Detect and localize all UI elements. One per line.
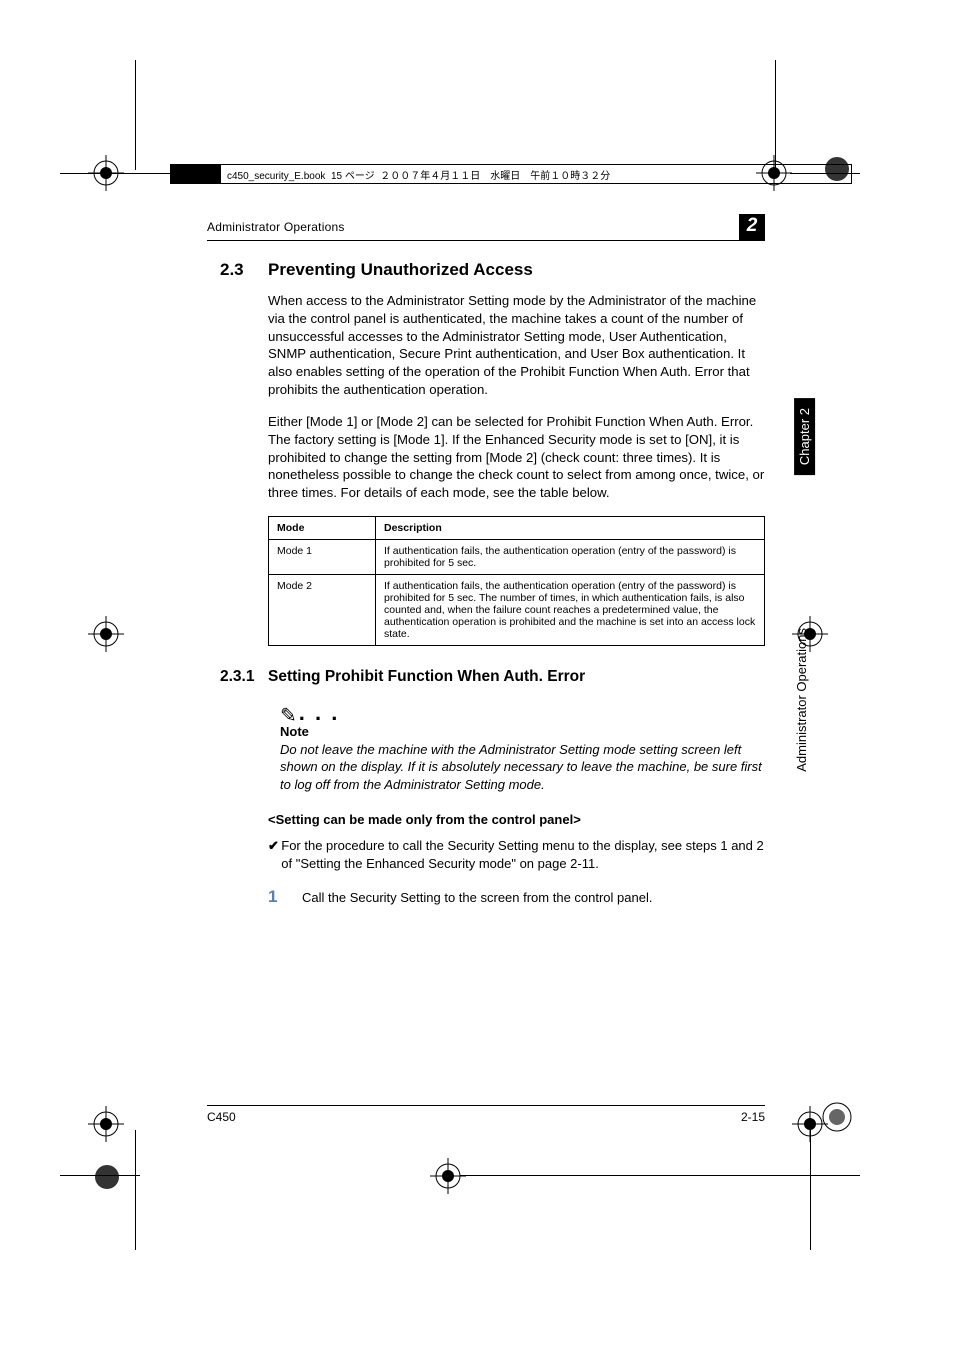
reg-mark-bc (430, 1158, 470, 1198)
paragraph: Either [Mode 1] or [Mode 2] can be selec… (268, 413, 765, 502)
sub-heading: <Setting can be made only from the contr… (268, 812, 765, 827)
heading-3: 2.3.1Setting Prohibit Function When Auth… (220, 668, 765, 686)
note-label: Note (280, 724, 765, 739)
side-tab-chapter: Chapter 2 (794, 398, 815, 475)
reg-mark-ml (88, 616, 128, 656)
source-file-bar: c450_security_E.book 15 ページ ２００７年４月１１日 水… (170, 164, 852, 184)
mode-table: Mode Description Mode 1 If authenticatio… (268, 516, 765, 646)
heading-2-title: Preventing Unauthorized Access (268, 260, 533, 279)
table-header-desc: Description (376, 516, 765, 539)
guide (810, 1130, 811, 1250)
heading-3-title: Setting Prohibit Function When Auth. Err… (268, 668, 585, 685)
table-cell-desc: If authentication fails, the authenticat… (376, 539, 765, 574)
checklist-text: For the procedure to call the Security S… (281, 837, 765, 873)
heading-2: 2.3Preventing Unauthorized Access (220, 260, 765, 280)
footer-page-number: 2-15 (741, 1110, 765, 1124)
table-row: Mode 2 If authentication fails, the auth… (269, 574, 765, 645)
step-text: Call the Security Setting to the screen … (302, 890, 652, 905)
paragraph: When access to the Administrator Setting… (268, 292, 765, 399)
running-head: Administrator Operations (207, 220, 345, 234)
guide (135, 1130, 136, 1250)
reg-mark-tl (88, 155, 128, 195)
page-body: 2.3Preventing Unauthorized Access When a… (220, 260, 765, 917)
guide (60, 1175, 140, 1176)
table-cell-mode: Mode 1 (269, 539, 376, 574)
table-cell-desc: If authentication fails, the authenticat… (376, 574, 765, 645)
heading-3-number: 2.3.1 (220, 668, 268, 686)
step-item: 1 Call the Security Setting to the scree… (268, 887, 765, 907)
guide (60, 173, 170, 174)
table-row: Mode 1 If authentication fails, the auth… (269, 539, 765, 574)
page-header: Administrator Operations 2 (207, 218, 765, 241)
corner-dot-br (820, 1100, 854, 1134)
corner-dot-bl (90, 1160, 124, 1194)
guide (135, 60, 136, 170)
guide (775, 60, 776, 170)
page-footer: C450 2-15 (207, 1105, 765, 1124)
step-number: 1 (268, 887, 302, 907)
side-tab-section: Administrator Operations (794, 628, 809, 772)
table-header-mode: Mode (269, 516, 376, 539)
source-file-text: c450_security_E.book 15 ページ ２００７年４月１１日 水… (227, 167, 610, 182)
table-cell-mode: Mode 2 (269, 574, 376, 645)
note-text: Do not leave the machine with the Admini… (280, 741, 765, 794)
checklist-item: ✔ For the procedure to call the Security… (268, 837, 765, 873)
note-icon: ✎. . . (280, 700, 765, 726)
heading-2-number: 2.3 (220, 260, 268, 280)
check-icon: ✔ (268, 837, 281, 873)
chapter-number-chip: 2 (739, 214, 765, 240)
reg-mark-bl (88, 1106, 128, 1146)
guide (460, 1175, 860, 1176)
footer-model: C450 (207, 1110, 236, 1124)
